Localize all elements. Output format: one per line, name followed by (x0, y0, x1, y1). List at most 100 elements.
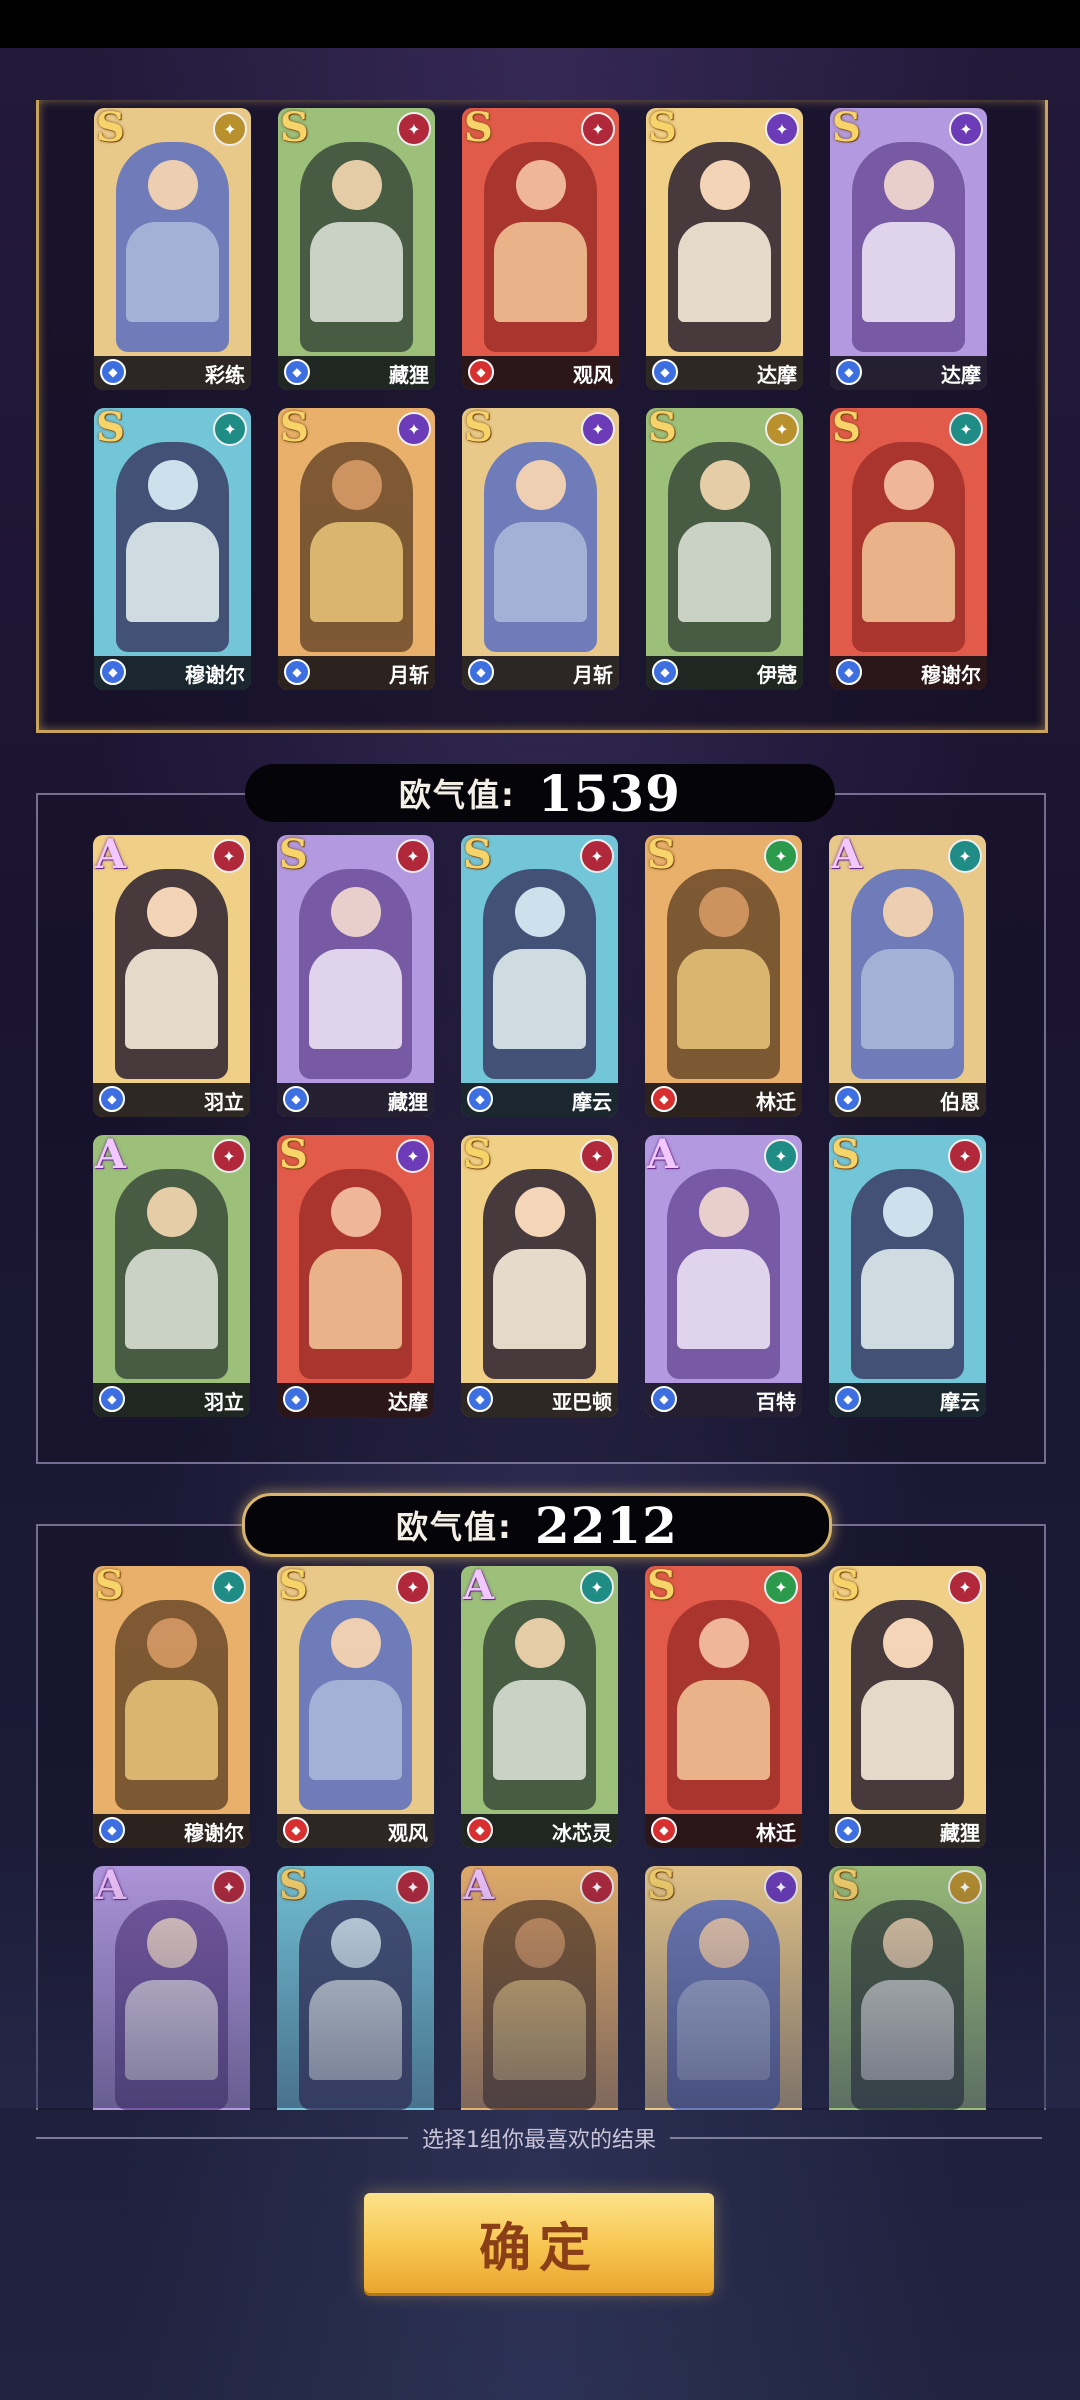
confirm-button[interactable]: 确定 (364, 2193, 714, 2293)
rarity-badge: A (95, 835, 127, 878)
hero-card: S ✦ ◆ 藏狸 (278, 108, 435, 390)
hero-name: 摩云 (940, 1389, 980, 1414)
faction-icon: ✦ (948, 1139, 982, 1173)
result-group-2[interactable]: A ✦ ◆ 羽立 S ✦ ◆ 藏狸 S ✦ ◆ 摩云 S ✦ ◆ 林迁 A ✦ ◆ 伯恩 A ✦ ◆ 羽立 S ✦ ◆ 达摩 S ✦ ◆ 亚巴… (36, 793, 1046, 1464)
rarity-badge: S (279, 1866, 308, 1909)
hero-card: S ✦ ◆ 摩云 (461, 835, 618, 1117)
hero-portrait (300, 142, 413, 352)
faction-icon: ✦ (764, 839, 798, 873)
hero-card: S ✦ ◆ 林迁 (645, 835, 802, 1117)
hero-name-bar: ◆ 穆谢尔 (93, 1814, 250, 1848)
hero-portrait (852, 442, 965, 652)
faction-icon: ✦ (580, 839, 614, 873)
rarity-badge: S (831, 1566, 860, 1609)
role-icon: ◆ (835, 1386, 861, 1412)
faction-icon: ✦ (212, 839, 246, 873)
hero-name-bar: ◆ 藏狸 (278, 356, 435, 390)
hero-grid: A ✦ ◆ 羽立 S ✦ ◆ 藏狸 S ✦ ◆ 摩云 S ✦ ◆ 林迁 A ✦ ◆ 伯恩 A ✦ ◆ 羽立 S ✦ ◆ 达摩 S ✦ ◆ 亚巴… (93, 835, 986, 1417)
hero-card: S ✦ ◆ 穆谢尔 (830, 408, 987, 690)
hero-portrait (484, 142, 597, 352)
rarity-badge: S (464, 108, 493, 151)
hero-name-bar: ◆ 月斩 (462, 656, 619, 690)
role-icon: ◆ (652, 359, 678, 385)
hero-name-bar: ◆ 达摩 (277, 1383, 434, 1417)
hero-card: S ✦ ◆ 达摩 (646, 108, 803, 390)
rarity-badge: S (95, 1566, 124, 1609)
rarity-badge: S (647, 1566, 676, 1609)
rarity-badge: S (463, 1135, 492, 1178)
role-icon: ◆ (835, 1086, 861, 1112)
hero-name-bar: ◆ 藏狸 (277, 1083, 434, 1117)
hero-name-bar: ◆ 伯恩 (829, 1083, 986, 1117)
role-icon: ◆ (284, 359, 310, 385)
luck-value-pill: 欧气值: 1539 (245, 764, 835, 823)
hero-card: S ✦ ◆ 穆谢尔 (94, 408, 251, 690)
rarity-badge: A (647, 1135, 679, 1178)
hero-card: S ✦ ◆ 伊蒄 (646, 408, 803, 690)
hero-name-bar: ◆ 林迁 (645, 1083, 802, 1117)
luck-label: 欧气值: (396, 1508, 513, 1546)
hero-name: 藏狸 (389, 362, 429, 387)
hero-portrait (116, 142, 229, 352)
faction-icon: ✦ (581, 112, 615, 146)
hero-portrait (299, 1900, 412, 2110)
role-icon: ◆ (468, 659, 494, 685)
role-icon: ◆ (467, 1386, 493, 1412)
hero-name: 冰芯灵 (552, 1820, 612, 1845)
hero-portrait (116, 442, 229, 652)
hero-card: S ✦ ◆ 观风 (277, 1566, 434, 1848)
hero-name: 月斩 (389, 662, 429, 687)
divider (670, 2137, 1042, 2139)
hero-name-bar: ◆ 藏狸 (829, 1814, 986, 1848)
role-icon: ◆ (99, 1817, 125, 1843)
rarity-badge: S (279, 1135, 308, 1178)
hero-card: S ✦ ◆ 月斩 (278, 408, 435, 690)
faction-icon: ✦ (396, 839, 430, 873)
role-icon: ◆ (651, 1817, 677, 1843)
hero-portrait (115, 1169, 228, 1379)
rarity-badge: S (832, 108, 861, 151)
hint-text: 选择1组你最喜欢的结果 (422, 2128, 656, 2153)
faction-icon: ✦ (580, 1139, 614, 1173)
hero-portrait (115, 1600, 228, 1810)
hero-name-bar: ◆ 摩云 (829, 1383, 986, 1417)
faction-icon: ✦ (212, 1570, 246, 1604)
hero-portrait (851, 1600, 964, 1810)
status-bar (0, 0, 1080, 48)
hero-name: 伯恩 (940, 1089, 980, 1114)
hero-name: 彩练 (205, 362, 245, 387)
role-icon: ◆ (467, 1086, 493, 1112)
rarity-badge: S (832, 408, 861, 451)
rarity-badge: S (464, 408, 493, 451)
hero-name-bar: ◆ 冰芯灵 (461, 1814, 618, 1848)
role-icon: ◆ (651, 1086, 677, 1112)
hero-portrait (483, 1169, 596, 1379)
hero-card: S✦◆ (829, 1866, 986, 2110)
faction-icon: ✦ (949, 112, 983, 146)
hero-portrait (483, 1600, 596, 1810)
rarity-badge: S (648, 108, 677, 151)
hero-portrait (299, 869, 412, 1079)
hero-portrait (667, 1600, 780, 1810)
hero-card: A ✦ ◆ 羽立 (93, 835, 250, 1117)
hint-row: 选择1组你最喜欢的结果 (36, 2118, 1042, 2158)
hero-name-bar: ◆ 摩云 (461, 1083, 618, 1117)
hero-card: S ✦ ◆ 摩云 (829, 1135, 986, 1417)
rarity-badge: A (463, 1866, 495, 1909)
faction-icon: ✦ (212, 1870, 246, 1904)
hero-card: A ✦ ◆ 伯恩 (829, 835, 986, 1117)
hero-name: 伊蒄 (757, 662, 797, 687)
hero-card: S ✦ ◆ 藏狸 (829, 1566, 986, 1848)
role-icon: ◆ (284, 659, 310, 685)
faction-icon: ✦ (396, 1870, 430, 1904)
role-icon: ◆ (652, 659, 678, 685)
hero-grid: S✦◆穆谢尔S✦◆观风A✦◆冰芯灵S✦◆林迁S✦◆藏狸A✦◆S✦◆A✦◆S✦◆S… (93, 1566, 986, 2110)
hero-card: S ✦ ◆ 穆谢尔 (93, 1566, 250, 1848)
hero-name: 百特 (756, 1389, 796, 1414)
hero-grid: S ✦ ◆ 彩练 S ✦ ◆ 藏狸 S ✦ ◆ 观风 S ✦ ◆ 达摩 S ✦ ◆ 达摩 S ✦ ◆ 穆谢尔 S ✦ ◆ 月斩 S ✦ ◆ 月… (94, 108, 987, 690)
rarity-badge: A (831, 835, 863, 878)
luck-label: 欧气值: (399, 776, 516, 814)
result-group-3[interactable]: S✦◆穆谢尔S✦◆观风A✦◆冰芯灵S✦◆林迁S✦◆藏狸A✦◆S✦◆A✦◆S✦◆S… (36, 1524, 1046, 2110)
faction-icon: ✦ (948, 839, 982, 873)
result-group-1[interactable]: S ✦ ◆ 彩练 S ✦ ◆ 藏狸 S ✦ ◆ 观风 S ✦ ◆ 达摩 S ✦ ◆ 达摩 S ✦ ◆ 穆谢尔 S ✦ ◆ 月斩 S ✦ ◆ 月… (36, 100, 1048, 733)
